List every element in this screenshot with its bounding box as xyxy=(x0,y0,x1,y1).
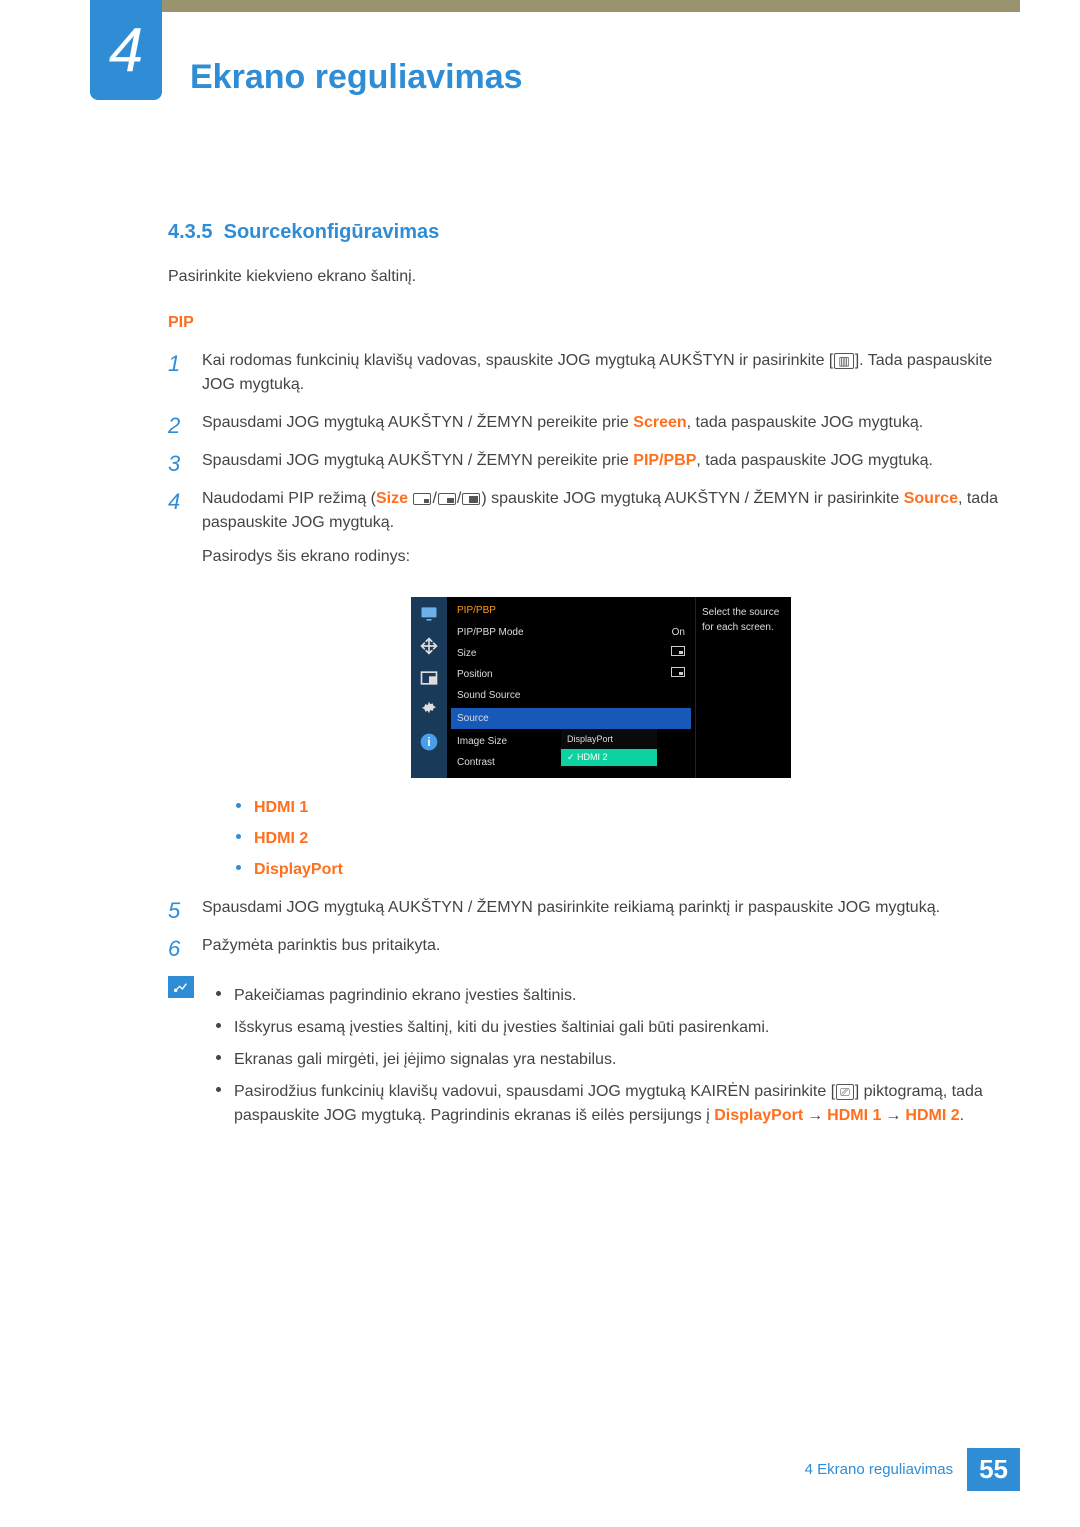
osd-row: Size xyxy=(457,643,685,664)
osd-help-panel: Select the source for each screen. xyxy=(695,597,791,778)
source-switch-icon: ⎚ xyxy=(836,1084,854,1100)
step-number: 6 xyxy=(168,932,180,965)
subheading-pip: PIP xyxy=(168,311,1000,335)
seq-item: DisplayPort xyxy=(714,1107,803,1124)
note-item: Ekranas gali mirgėti, jei įėjimo signala… xyxy=(216,1048,1000,1072)
osd-screenshot: i PIP/PBP PIP/PBP Mode On Size Position S… xyxy=(411,597,791,778)
section-heading: 4.3.5 Sourcekonfigūravimas xyxy=(168,217,1000,247)
page-footer: 4 Ekrano reguliavimas 55 xyxy=(805,1448,1020,1491)
size-option-icon xyxy=(438,493,456,505)
osd-title: PIP/PBP xyxy=(457,603,685,618)
step-2: 2 Spausdami JOG mygtuką AUKŠTYN / ŽEMYN … xyxy=(168,411,1000,435)
keyword-screen: Screen xyxy=(633,414,686,431)
osd-label: Source xyxy=(457,711,489,726)
chapter-title: Ekrano reguliavimas xyxy=(190,20,1080,97)
source-options-list: HDMI 1 HDMI 2 DisplayPort xyxy=(236,796,1000,882)
step-text: Pažymėta parinktis bus pritaikyta. xyxy=(202,937,440,954)
osd-dropdown: DisplayPort ✓ HDMI 2 xyxy=(561,729,657,768)
step-6: 6 Pažymėta parinktis bus pritaikyta. xyxy=(168,934,1000,958)
osd-row: PIP/PBP Mode On xyxy=(457,622,685,643)
osd-label: Sound Source xyxy=(457,688,520,703)
osd-dropdown-item-selected: ✓ HDMI 2 xyxy=(561,749,657,767)
note-item: Pasirodžius funkcinių klavišų vadovui, s… xyxy=(216,1080,1000,1128)
note-item: Pakeičiamas pagrindinio ekrano įvesties … xyxy=(216,984,1000,1008)
step-number: 5 xyxy=(168,894,180,927)
step-text: Spausdami JOG mygtuką AUKŠTYN / ŽEMYN pe… xyxy=(202,452,633,469)
svg-text:i: i xyxy=(427,736,430,749)
chapter-number-badge: 4 xyxy=(90,0,162,100)
osd-row: Position xyxy=(457,664,685,685)
monitor-icon xyxy=(419,605,439,623)
osd-label: PIP/PBP Mode xyxy=(457,625,524,640)
section-id: 4.3.5 xyxy=(168,221,212,243)
note-item: Išskyrus esamą įvesties šaltinį, kiti du… xyxy=(216,1016,1000,1040)
osd-label: Size xyxy=(457,646,476,661)
step-text: Spausdami JOG mygtuką AUKŠTYN / ŽEMYN pa… xyxy=(202,899,940,916)
source-option: DisplayPort xyxy=(236,858,1000,882)
step-text: ) spauskite JOG mygtuką AUKŠTYN / ŽEMYN … xyxy=(481,490,903,507)
seq-item: HDMI 2 xyxy=(905,1107,959,1124)
seq-item: HDMI 1 xyxy=(827,1107,881,1124)
osd-dropdown-label: HDMI 2 xyxy=(577,752,608,762)
step-number: 1 xyxy=(168,347,180,380)
note-icon xyxy=(168,976,194,998)
note-block: Pakeičiamas pagrindinio ekrano įvesties … xyxy=(168,976,1000,1136)
step-3: 3 Spausdami JOG mygtuką AUKŠTYN / ŽEMYN … xyxy=(168,449,1000,473)
steps-list: 1 Kai rodomas funkcinių klavišų vadovas,… xyxy=(168,349,1000,958)
content-body: 4.3.5 Sourcekonfigūravimas Pasirinkite k… xyxy=(168,217,1000,1136)
step-text: , tada paspauskite JOG mygtuką. xyxy=(687,414,924,431)
step-text: Pasirodys šis ekrano rodinys: xyxy=(202,545,1000,569)
step-text: Naudodami PIP režimą ( xyxy=(202,490,376,507)
osd-sidebar: i xyxy=(411,597,447,778)
step-number: 2 xyxy=(168,409,180,442)
osd-label: Position xyxy=(457,667,493,682)
pip-layout-icon xyxy=(419,669,439,687)
section-title: Sourcekonfigūravimas xyxy=(224,221,440,243)
footer-text: 4 Ekrano reguliavimas xyxy=(805,1461,953,1478)
osd-value: On xyxy=(672,625,685,640)
osd-label: Contrast xyxy=(457,755,495,770)
step-5: 5 Spausdami JOG mygtuką AUKŠTYN / ŽEMYN … xyxy=(168,896,1000,920)
section-intro: Pasirinkite kiekvieno ekrano šaltinį. xyxy=(168,265,1000,289)
move-icon xyxy=(419,637,439,655)
osd-row: Sound Source xyxy=(457,685,685,706)
osd-label: Image Size xyxy=(457,734,507,749)
keyword-size: Size xyxy=(376,490,408,507)
source-option: HDMI 1 xyxy=(236,796,1000,820)
step-text: , tada paspauskite JOG mygtuką. xyxy=(696,452,933,469)
footer-page-number: 55 xyxy=(967,1448,1020,1491)
size-option-icon xyxy=(462,493,480,505)
osd-row-selected: Source xyxy=(451,708,691,729)
note-text: Pasirodžius funkcinių klavišų vadovui, s… xyxy=(234,1083,835,1100)
gear-icon xyxy=(419,701,439,719)
osd-main-panel: PIP/PBP PIP/PBP Mode On Size Position Sou… xyxy=(447,597,695,778)
keyword-pippbp: PIP/PBP xyxy=(633,452,696,469)
page-header: 4 Ekrano reguliavimas xyxy=(0,0,1080,97)
source-option: HDMI 2 xyxy=(236,827,1000,851)
size-option-icon xyxy=(413,493,431,505)
step-number: 3 xyxy=(168,447,180,480)
step-number: 4 xyxy=(168,485,180,518)
step-text: Kai rodomas funkcinių klavišų vadovas, s… xyxy=(202,352,833,369)
size-thumb-icon xyxy=(671,646,685,656)
osd-dropdown-item: DisplayPort xyxy=(561,731,657,749)
info-icon: i xyxy=(419,733,439,751)
note-bullets: Pakeičiamas pagrindinio ekrano įvesties … xyxy=(216,976,1000,1136)
position-thumb-icon xyxy=(671,667,685,677)
step-1: 1 Kai rodomas funkcinių klavišų vadovas,… xyxy=(168,349,1000,397)
keyword-source: Source xyxy=(904,490,958,507)
step-4: 4 Naudodami PIP režimą (Size //) spauski… xyxy=(168,487,1000,882)
menu-icon: ▥ xyxy=(834,353,853,369)
step-text: Spausdami JOG mygtuką AUKŠTYN / ŽEMYN pe… xyxy=(202,414,633,431)
